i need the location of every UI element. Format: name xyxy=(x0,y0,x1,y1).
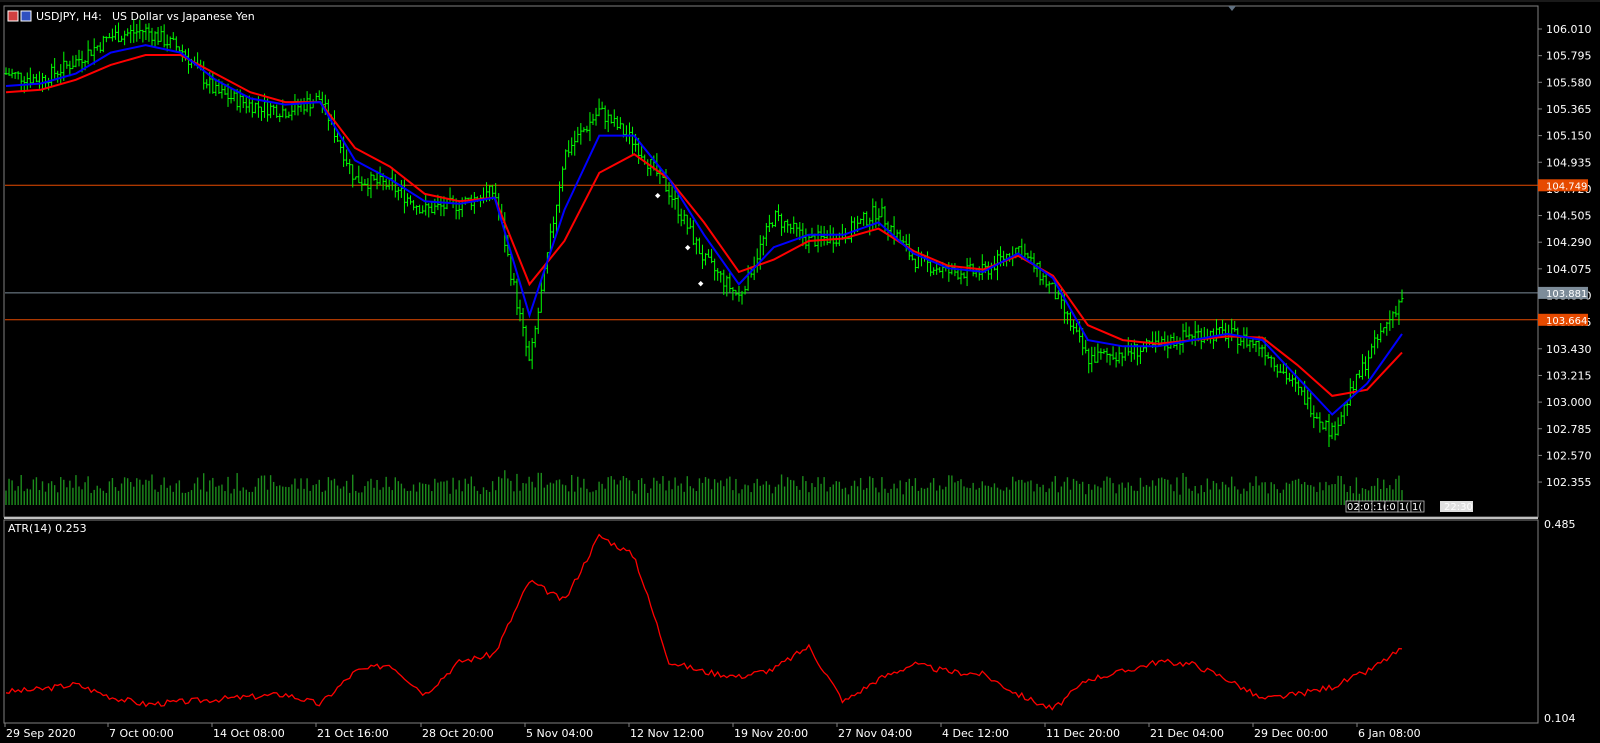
buy-marker-icon: ◆ xyxy=(698,279,704,289)
countdown-cell-label: 02 xyxy=(1347,502,1360,513)
price-tick-label: 103.430 xyxy=(1546,343,1592,356)
price-tick-label: 105.795 xyxy=(1546,50,1592,63)
price-tick-label: 104.935 xyxy=(1546,156,1592,169)
price-tick-label: 103.215 xyxy=(1546,369,1592,382)
price-tag-label: 104.749 xyxy=(1546,181,1587,192)
trading-chart[interactable]: USDJPY, H4: US Dollar vs Japanese Yen 10… xyxy=(0,0,1600,743)
indicator-label: ATR(14) 0.253 xyxy=(8,522,87,535)
price-tick-label: 103.000 xyxy=(1546,396,1592,409)
price-tick-label: 104.505 xyxy=(1546,210,1592,223)
time-tick-label: 19 Nov 20:00 xyxy=(734,727,808,740)
price-tick-label: 105.365 xyxy=(1546,103,1592,116)
countdown-cell-label: :0 xyxy=(1386,502,1396,513)
price-tick-label: 102.570 xyxy=(1546,449,1592,462)
price-tag-label: 103.664 xyxy=(1546,316,1587,327)
countdown-cell-label: 1( xyxy=(1399,502,1409,513)
time-tick-label: 21 Dec 04:00 xyxy=(1150,727,1224,740)
countdown-cell-label: 1( xyxy=(1412,502,1422,513)
price-tick-label: 104.075 xyxy=(1546,263,1592,276)
time-tick-label: 11 Dec 20:00 xyxy=(1046,727,1120,740)
indicator-axis-max: 0.485 xyxy=(1544,518,1576,531)
indicator-axis-min: 0.104 xyxy=(1544,712,1576,725)
time-tick-label: 21 Oct 16:00 xyxy=(317,727,389,740)
time-tick-label: 4 Dec 12:00 xyxy=(942,727,1009,740)
time-tick-label: 6 Jan 08:00 xyxy=(1358,727,1421,740)
symbol-flag-icon xyxy=(7,10,19,22)
price-tag-label: 103.881 xyxy=(1546,289,1587,300)
countdown-timer: 02:01:1(:0 1(1(22:30 xyxy=(1345,500,1473,513)
time-tick-label: 29 Sep 2020 xyxy=(6,727,76,740)
price-tick-label: 106.010 xyxy=(1546,23,1592,36)
price-tick-label: 105.580 xyxy=(1546,76,1592,89)
time-tick-label: 27 Nov 04:00 xyxy=(838,727,912,740)
sell-marker-icon: ◆ xyxy=(685,243,691,253)
time-tick-label: 28 Oct 20:00 xyxy=(422,727,494,740)
time-tick-label: 29 Dec 00:00 xyxy=(1254,727,1328,740)
time-tick-label: 5 Nov 04:00 xyxy=(526,727,593,740)
chart-symbol: USDJPY, H4: xyxy=(36,10,102,23)
chart-title: USDJPY, H4: US Dollar vs Japanese Yen xyxy=(7,10,255,23)
price-tick-label: 104.290 xyxy=(1546,236,1592,249)
buy-marker-icon: ◆ xyxy=(655,191,661,201)
countdown-time-label: 22:30 xyxy=(1444,502,1473,513)
currency-flag-icon xyxy=(20,10,32,22)
price-tick-label: 105.150 xyxy=(1546,130,1592,143)
time-tick-label: 12 Nov 12:00 xyxy=(630,727,704,740)
time-tick-label: 7 Oct 00:00 xyxy=(109,727,174,740)
price-tick-label: 102.355 xyxy=(1546,476,1592,489)
price-tick-label: 102.785 xyxy=(1546,423,1592,436)
time-tick-label: 14 Oct 08:00 xyxy=(213,727,285,740)
